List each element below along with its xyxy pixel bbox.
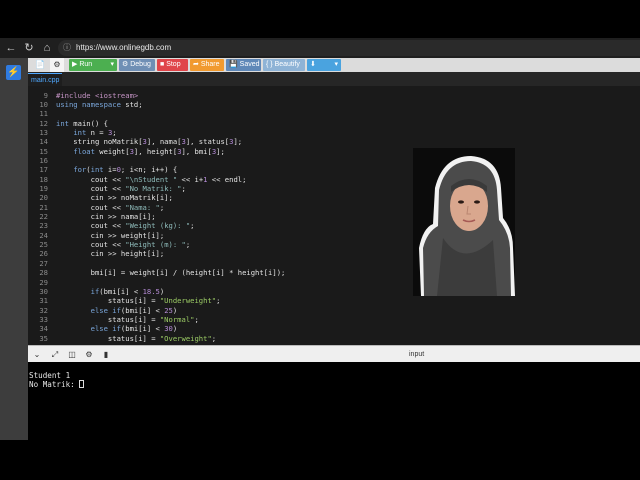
code-line: else if(bmi[i] < 30) xyxy=(90,324,178,334)
stop-icon: ■ xyxy=(160,61,165,68)
io-label: input xyxy=(409,351,425,358)
expand-icon[interactable]: ⤢ xyxy=(48,346,62,363)
code-line: cout << "Nama: "; xyxy=(56,202,165,212)
code-line: bmi[i] = weight[i] / (height[i] * height… xyxy=(56,268,286,278)
line-number: 14 xyxy=(39,137,48,147)
chevron-down-icon[interactable]: ▾ xyxy=(110,59,114,71)
code-editor[interactable]: 9 10 11 12 13 14 15 16 17 18 19 20 21 22 23 24 25 26 27 28 2… xyxy=(28,86,640,345)
split-icon[interactable]: ◫ xyxy=(65,346,79,363)
home-icon[interactable]: ⌂ xyxy=(40,38,54,58)
code-line: #include <iostream> xyxy=(56,90,139,100)
code-line: status[i] = "Normal"; xyxy=(56,314,199,324)
chevron-down-icon[interactable]: ▾ xyxy=(334,59,338,71)
code-line: cin >> noMatrik[i]; xyxy=(56,193,173,203)
line-number: 21 xyxy=(39,202,48,212)
code-line: cout << "No Matrik: "; xyxy=(56,184,186,193)
line-number: 13 xyxy=(39,127,48,137)
share-icon: ➦ xyxy=(193,61,199,68)
new-file-icon[interactable]: 📄 xyxy=(33,58,47,72)
console-line: No Matrik: xyxy=(29,380,85,389)
line-number: 17 xyxy=(39,165,48,175)
code-line: string noMatrik[3], nama[3], status[3]; xyxy=(56,137,243,147)
run-mode-icon[interactable]: ⚙ xyxy=(50,58,64,72)
reload-icon[interactable]: ↻ xyxy=(22,38,36,58)
line-number: 16 xyxy=(39,155,48,165)
site-info-icon[interactable]: ⓘ xyxy=(63,40,71,56)
code-line: else if(bmi[i] < 25) xyxy=(90,305,178,315)
dock-icon[interactable]: ▮ xyxy=(99,346,113,363)
code-line: for(int i=0; i<n; i++) { xyxy=(73,165,178,175)
back-icon[interactable]: ← xyxy=(4,38,18,58)
line-number: 20 xyxy=(39,193,48,203)
download-icon: ⬇ xyxy=(310,61,316,68)
console-line: Student 1 xyxy=(29,371,71,380)
play-icon: ▶ xyxy=(72,61,78,68)
line-number: 30 xyxy=(39,286,48,296)
code-line: using namespace std; xyxy=(56,99,143,109)
line-number: 18 xyxy=(39,174,48,184)
debug-button[interactable]: ⚙ Debug xyxy=(119,59,155,71)
file-tabs: main.cpp xyxy=(28,72,640,87)
line-number: 26 xyxy=(39,249,48,259)
line-number: 19 xyxy=(39,184,48,193)
url-text: https://www.onlinegdb.com xyxy=(76,43,172,52)
code-line: if(bmi[i] < 18.5) xyxy=(90,286,165,296)
text-cursor xyxy=(79,380,85,388)
line-number: 35 xyxy=(39,333,48,343)
code-line: int n = 3; xyxy=(73,127,117,137)
browser-toolbar: ← ↻ ⌂ ⓘ https://www.onlinegdb.com xyxy=(0,38,640,58)
line-number: 24 xyxy=(39,230,48,240)
share-button[interactable]: ➦ Share xyxy=(190,59,224,71)
line-number: 25 xyxy=(39,240,48,250)
line-number: 9 xyxy=(43,90,48,100)
debug-icon: ⚙ xyxy=(122,61,129,68)
line-number: 34 xyxy=(39,324,48,334)
line-number: 33 xyxy=(39,314,48,324)
code-line: cout << "Weight (kg): "; xyxy=(56,221,195,231)
line-number: 10 xyxy=(39,99,48,109)
line-number: 23 xyxy=(39,221,48,231)
code-line: status[i] = "Underweight"; xyxy=(56,296,221,306)
saved-button[interactable]: 💾 Saved xyxy=(226,59,261,71)
console-output[interactable]: Student 1 No Matrik: xyxy=(28,362,640,440)
editor-toolbar: 📄 ⚙ ▶ Run ▾ ⚙ Debug ■ Stop ➦ Share 💾 Sav… xyxy=(28,58,640,72)
line-number: 27 xyxy=(39,258,48,268)
line-number: 31 xyxy=(39,296,48,306)
line-number: 11 xyxy=(39,109,48,119)
download-button[interactable]: ⬇ ▾ xyxy=(307,59,341,71)
code-line: cin >> weight[i]; xyxy=(56,230,165,240)
code-line: status[i] = "Overweight"; xyxy=(56,333,217,343)
presenter-video xyxy=(413,148,515,296)
settings-icon[interactable]: ⚙ xyxy=(82,346,96,363)
address-bar[interactable]: ⓘ https://www.onlinegdb.com xyxy=(58,40,640,56)
code-line: cout << "Height (m): "; xyxy=(56,240,191,250)
line-number: 12 xyxy=(39,118,48,128)
code-line: cout << "\nStudent " << i+1 << endl; xyxy=(56,174,247,184)
line-number: 15 xyxy=(39,146,48,156)
line-number: 32 xyxy=(39,305,48,315)
onlinegdb-logo-icon[interactable]: ⚡ xyxy=(6,65,21,80)
stop-button[interactable]: ■ Stop xyxy=(157,59,188,71)
line-number: 29 xyxy=(39,277,48,287)
io-panel-bar: ⌄ ⤢ ◫ ⚙ ▮ input xyxy=(28,345,640,363)
tab-main-cpp[interactable]: main.cpp xyxy=(28,73,63,87)
chevron-down-icon[interactable]: ⌄ xyxy=(30,346,44,363)
run-button[interactable]: ▶ Run ▾ xyxy=(69,59,117,71)
line-number-gutter: 9 10 11 12 13 14 15 16 17 18 19 20 21 22 23 24 25 26 27 28 2… xyxy=(28,86,50,345)
code-line: cin >> nama[i]; xyxy=(56,212,156,222)
code-line: int main() { xyxy=(56,118,108,128)
app-sidebar: ⚡ xyxy=(0,58,28,440)
code-line: cin >> height[i]; xyxy=(56,249,165,259)
line-number: 28 xyxy=(39,268,48,278)
beautify-button[interactable]: { } Beautify xyxy=(263,59,305,71)
save-icon: 💾 xyxy=(229,61,238,68)
webcam-overlay xyxy=(413,148,515,296)
code-line: float weight[3], height[3], bmi[3]; xyxy=(73,146,225,156)
line-number: 22 xyxy=(39,212,48,222)
